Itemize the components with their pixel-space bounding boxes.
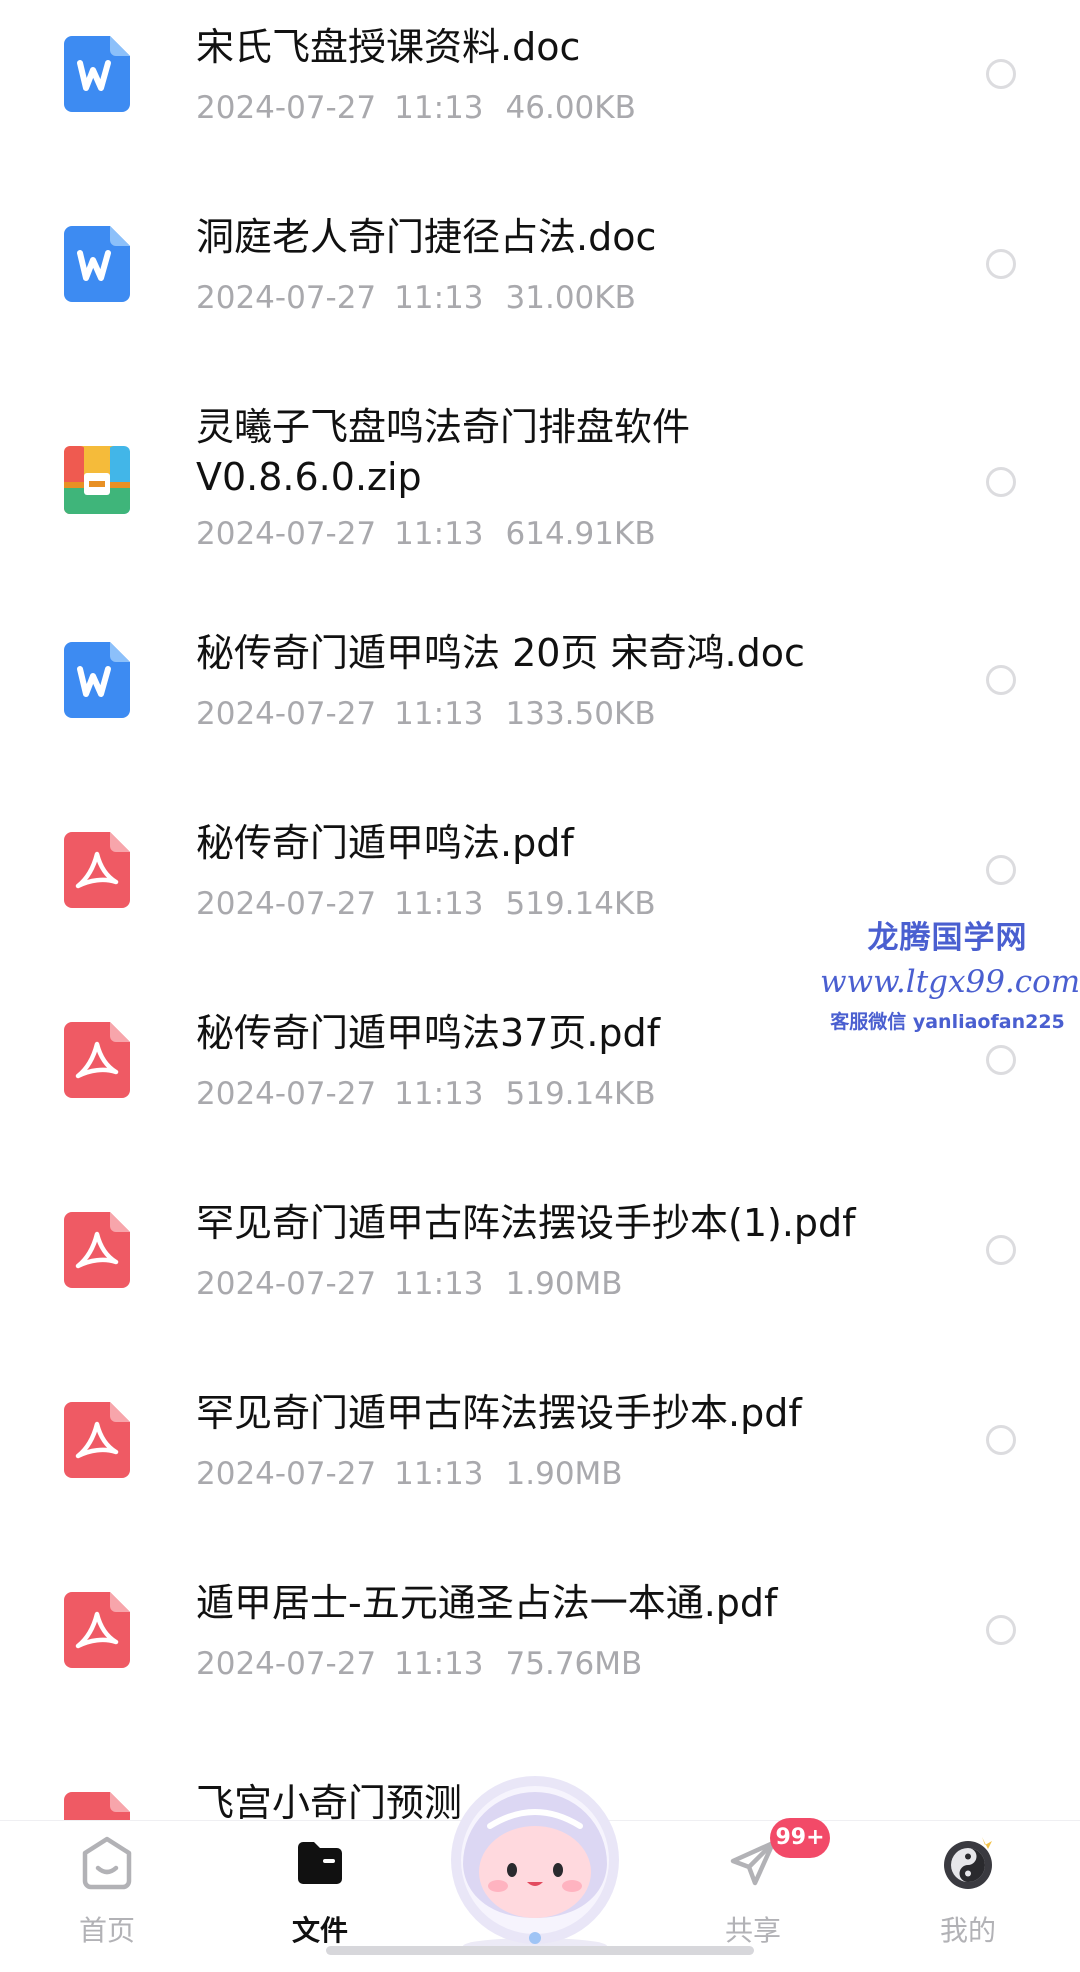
file-name: 灵曦子飞盘鸣法奇门排盘软件V0.8.6.0.zip xyxy=(196,405,691,499)
file-time: 11:13 xyxy=(394,1266,484,1302)
file-meta: 2024-07-27 11:13 133.50KB xyxy=(196,694,656,734)
tab-label: 我的 xyxy=(939,1914,996,1947)
tab-label: 文件 xyxy=(291,1914,348,1947)
pdf-file-icon xyxy=(64,1212,130,1288)
file-size: 46.00KB xyxy=(505,90,636,126)
file-name: 罕见奇门遁甲古阵法摆设手抄本.pdf xyxy=(196,1391,802,1435)
tab-label: 首页 xyxy=(78,1914,135,1947)
file-date: 2024-07-27 xyxy=(196,696,377,732)
file-meta: 2024-07-27 11:13 1.90MB xyxy=(196,1454,623,1494)
pdf-file-icon xyxy=(64,832,130,908)
file-name: 秘传奇门遁甲鸣法.pdf xyxy=(196,821,574,865)
pdf-file-icon xyxy=(64,1402,130,1478)
file-size: 133.50KB xyxy=(505,696,656,732)
file-time: 11:13 xyxy=(394,90,484,126)
pdf-file-icon xyxy=(64,1792,130,1820)
word-file-icon xyxy=(64,642,130,718)
file-size: 31.00KB xyxy=(505,280,636,316)
watermark-contact: 客服微信 yanliaofan225 xyxy=(830,1011,1065,1033)
select-radio[interactable] xyxy=(986,855,1016,885)
file-size: 1.90MB xyxy=(505,1456,623,1492)
word-file-icon xyxy=(64,36,130,112)
file-meta: 2024-07-27 11:13 75.76MB xyxy=(196,1644,642,1684)
file-date: 2024-07-27 xyxy=(196,90,377,126)
tab-home[interactable]: 首页 xyxy=(37,1821,177,1972)
file-date: 2024-07-27 xyxy=(196,886,377,922)
file-list: 宋氏飞盘授课资料.doc 2024-07-27 11:13 46.00KB 洞庭老人… xyxy=(0,0,1080,1820)
tab-profile[interactable]: 我的 xyxy=(898,1821,1038,1972)
list-item[interactable]: 秘传奇门遁甲鸣法 20页 宋奇鸿.doc 2024-07-27 11:13 133.… xyxy=(0,616,1080,806)
select-radio[interactable] xyxy=(986,1615,1016,1645)
watermark: 龙腾国学网 www.ltgx99.com 客服微信 yanliaofan225 xyxy=(820,918,1080,1036)
zip-archive-icon xyxy=(64,442,130,518)
file-meta: 2024-07-27 11:13 31.00KB xyxy=(196,278,636,318)
file-size: 614.91KB xyxy=(505,516,656,552)
file-date: 2024-07-27 xyxy=(196,1266,377,1302)
file-size: 519.14KB xyxy=(505,1076,656,1112)
file-date: 2024-07-27 xyxy=(196,280,377,316)
file-name: 洞庭老人奇门捷径占法.doc xyxy=(196,215,657,259)
file-date: 2024-07-27 xyxy=(196,516,377,552)
file-meta: 2024-07-27 11:13 46.00KB xyxy=(196,88,636,128)
file-meta: 2024-07-27 11:13 519.14KB xyxy=(196,1074,656,1114)
select-radio[interactable] xyxy=(986,249,1016,279)
file-meta: 2024-07-27 11:13 1.90MB xyxy=(196,1264,623,1304)
word-file-icon xyxy=(64,226,130,302)
list-item[interactable]: 罕见奇门遁甲古阵法摆设手抄本(1).pdf 2024-07-27 11:13 1.9… xyxy=(0,1186,1080,1376)
file-name: 遁甲居士-五元通圣占法一本通.pdf xyxy=(196,1581,778,1625)
list-item[interactable]: 灵曦子飞盘鸣法奇门排盘软件V0.8.6.0.zip 2024-07-27 11:1… xyxy=(0,380,1080,616)
file-date: 2024-07-27 xyxy=(196,1646,377,1682)
select-radio[interactable] xyxy=(986,467,1016,497)
share-badge: 99+ xyxy=(770,1818,830,1858)
list-item[interactable]: 宋氏飞盘授课资料.doc 2024-07-27 11:13 46.00KB xyxy=(0,0,1080,190)
home-indicator[interactable] xyxy=(326,1946,754,1955)
file-name: 秘传奇门遁甲鸣法 20页 宋奇鸿.doc xyxy=(196,631,805,675)
file-meta: 2024-07-27 11:13 519.14KB xyxy=(196,884,656,924)
select-radio[interactable] xyxy=(986,665,1016,695)
file-time: 11:13 xyxy=(394,1456,484,1492)
file-time: 11:13 xyxy=(394,1646,484,1682)
file-size: 1.90MB xyxy=(505,1266,623,1302)
tab-label: 共享 xyxy=(724,1914,781,1947)
file-name: 宋氏飞盘授课资料.doc xyxy=(196,25,581,69)
file-size: 519.14KB xyxy=(505,886,656,922)
home-face-icon xyxy=(79,1835,135,1891)
list-item[interactable]: 罕见奇门遁甲古阵法摆设手抄本.pdf 2024-07-27 11:13 1.90MB xyxy=(0,1376,1080,1566)
file-time: 11:13 xyxy=(394,886,484,922)
file-time: 11:13 xyxy=(394,516,484,552)
avatar-icon xyxy=(940,1835,996,1891)
select-radio[interactable] xyxy=(986,1235,1016,1265)
watermark-title: 龙腾国学网 xyxy=(867,920,1028,956)
file-time: 11:13 xyxy=(394,280,484,316)
file-browser-screen: 宋氏飞盘授课资料.doc 2024-07-27 11:13 46.00KB 洞庭老人… xyxy=(0,0,1080,1972)
watermark-url: www.ltgx99.com xyxy=(820,964,1080,1000)
pdf-file-icon xyxy=(64,1022,130,1098)
select-radio[interactable] xyxy=(986,1045,1016,1075)
select-radio[interactable] xyxy=(986,59,1016,89)
mascot-button[interactable] xyxy=(430,1768,640,1958)
select-radio[interactable] xyxy=(986,1425,1016,1455)
file-size: 75.76MB xyxy=(505,1646,643,1682)
pdf-file-icon xyxy=(64,1592,130,1668)
file-date: 2024-07-27 xyxy=(196,1456,377,1492)
file-time: 11:13 xyxy=(394,696,484,732)
file-meta: 2024-07-27 11:13 614.91KB xyxy=(196,514,656,554)
folder-icon xyxy=(292,1835,348,1891)
file-date: 2024-07-27 xyxy=(196,1076,377,1112)
list-item[interactable]: 洞庭老人奇门捷径占法.doc 2024-07-27 11:13 31.00KB xyxy=(0,190,1080,380)
file-name: 罕见奇门遁甲古阵法摆设手抄本(1).pdf xyxy=(196,1201,856,1245)
list-item[interactable]: 遁甲居士-五元通圣占法一本通.pdf 2024-07-27 11:13 75.76M… xyxy=(0,1566,1080,1756)
file-time: 11:13 xyxy=(394,1076,484,1112)
